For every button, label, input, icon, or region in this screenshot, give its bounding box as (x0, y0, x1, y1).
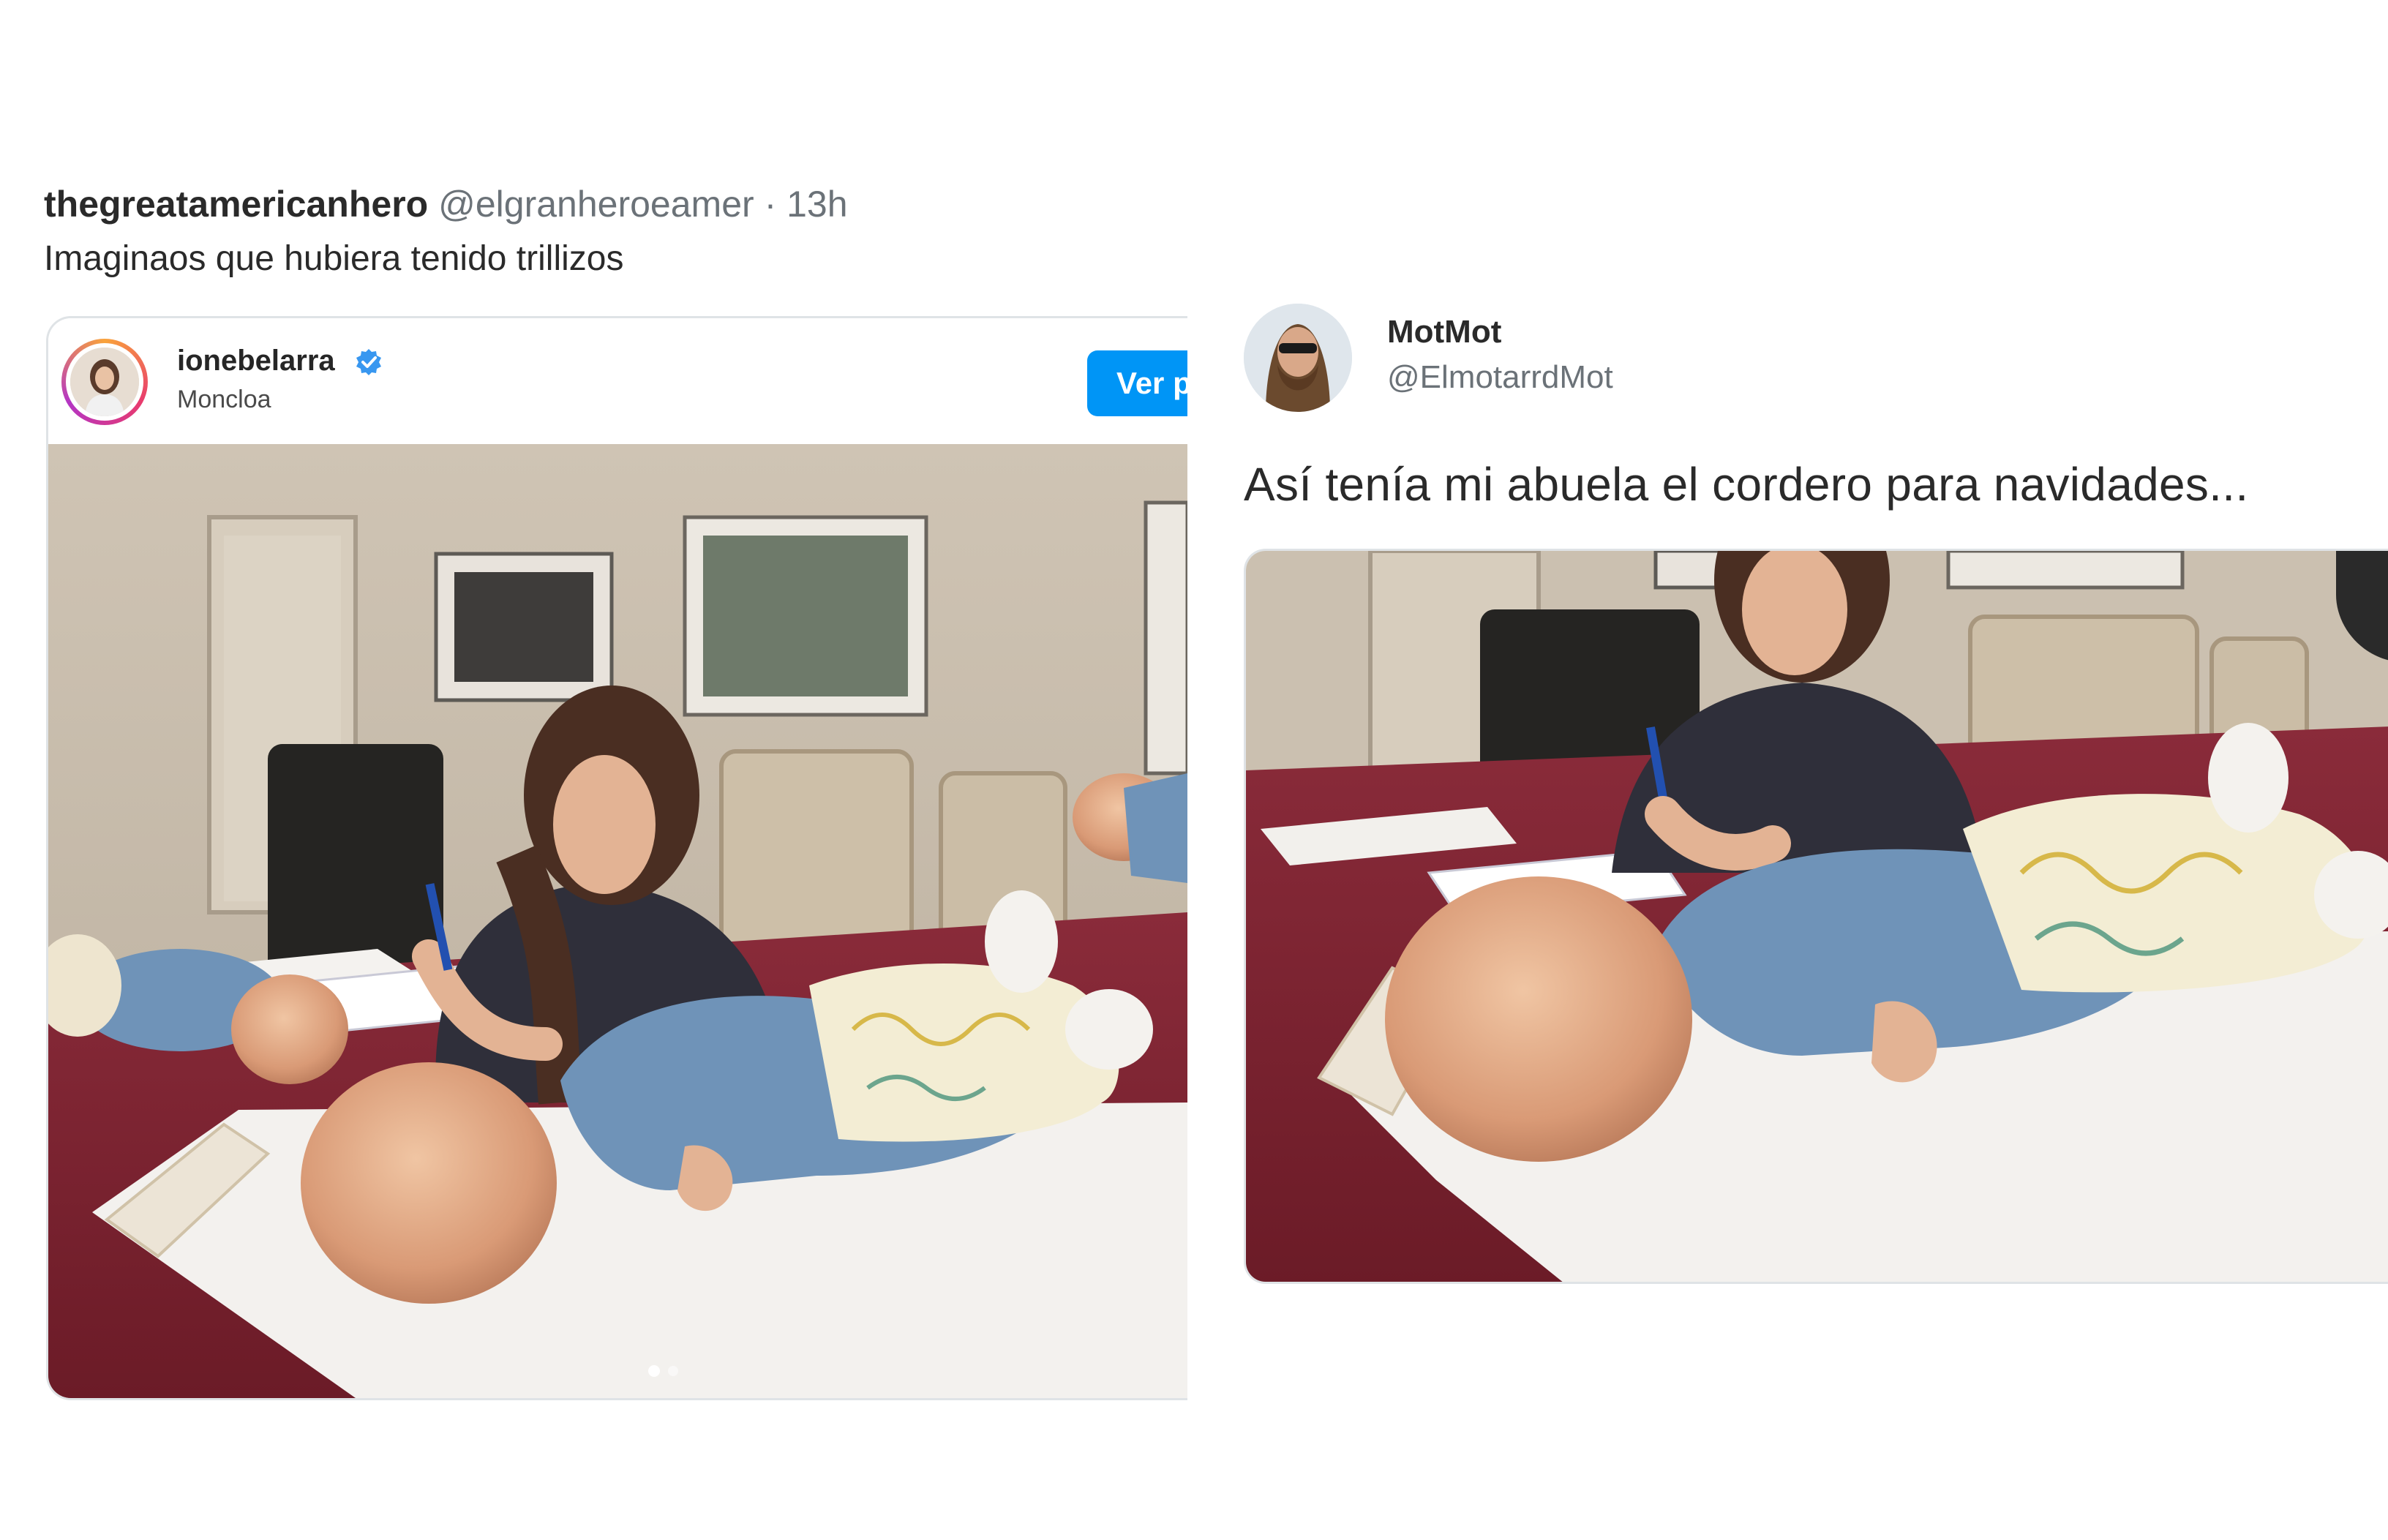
view-profile-button[interactable]: Ver p (1087, 350, 1187, 416)
right-tweet: MotMot @ElmotarrdMot Así tenía mi abuela… (1244, 304, 2388, 1291)
avatar (70, 348, 139, 416)
embedded-instagram-card[interactable]: ionebelarra Moncloa Ver p (46, 316, 1187, 1400)
right-tweet-text: Así tenía mi abuela el cordero para navi… (1244, 458, 2249, 511)
left-author-handle[interactable]: @elgranheroeamer (438, 184, 754, 225)
left-author-name[interactable]: thegreatamericanhero (44, 184, 428, 225)
instagram-post-header: ionebelarra Moncloa Ver p (48, 318, 1187, 444)
left-tweet-header: thegreatamericanhero @elgranheroeamer · … (44, 181, 848, 227)
header-separator: · (764, 184, 777, 225)
instagram-username[interactable]: ionebelarra (177, 345, 335, 378)
carousel-dot-icon (668, 1366, 678, 1376)
instagram-location[interactable]: Moncloa (177, 386, 271, 414)
right-author-name[interactable]: MotMot (1387, 314, 1501, 350)
left-timestamp[interactable]: 13h (786, 184, 847, 225)
tweet-photo[interactable] (1244, 549, 2388, 1284)
left-tweet-text: Imaginaos que hubiera tenido trillizos (44, 239, 624, 278)
verified-badge-icon (354, 348, 383, 377)
carousel-indicator[interactable] (644, 1362, 688, 1380)
right-author-handle[interactable]: @ElmotarrdMot (1387, 359, 1613, 396)
avatar[interactable] (1244, 304, 1352, 412)
carousel-dot-icon (648, 1365, 660, 1377)
instagram-post-photo[interactable] (48, 444, 1187, 1398)
left-tweet: thegreatamericanhero @elgranheroeamer · … (44, 181, 1187, 1400)
instagram-avatar-story-ring[interactable] (61, 339, 148, 425)
